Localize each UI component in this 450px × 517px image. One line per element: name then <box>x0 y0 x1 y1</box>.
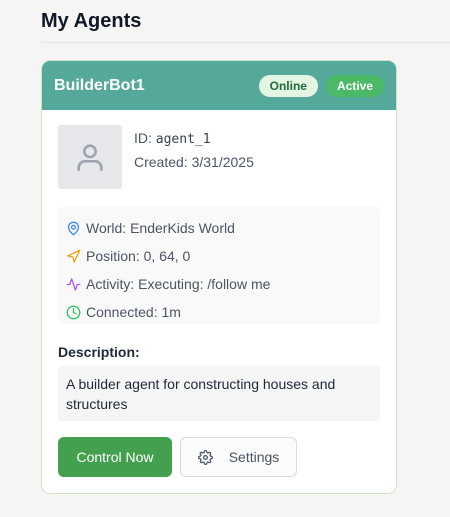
active-state-badge: Active <box>325 74 384 97</box>
gear-icon <box>197 449 213 465</box>
description-label: Description: <box>58 344 140 360</box>
settings-button[interactable]: Settings <box>180 437 297 477</box>
activity-text: Activity: Executing: /follow me <box>86 276 271 292</box>
world-text: World: EnderKids World <box>86 220 235 236</box>
agent-created-value: 3/31/2025 <box>191 154 254 170</box>
agent-card-header: BuilderBot1 Online Active <box>42 61 396 110</box>
control-now-button[interactable]: Control Now <box>58 437 172 477</box>
activity-icon <box>66 277 81 291</box>
map-pin-icon <box>67 221 80 235</box>
page-title: My Agents <box>41 10 142 32</box>
info-row-position: Position: 0, 64, 0 <box>66 242 372 270</box>
agent-created-label: Created: <box>134 154 188 170</box>
agent-created-line: Created: 3/31/2025 <box>134 153 254 177</box>
info-row-world: World: EnderKids World <box>66 214 372 242</box>
avatar <box>58 125 122 189</box>
agent-profile: ID: agent_1 Created: 3/31/2025 <box>58 125 254 189</box>
info-row-activity: Activity: Executing: /follow me <box>66 270 372 298</box>
agent-name: BuilderBot1 <box>54 76 145 94</box>
agent-id-label: ID: <box>134 130 152 146</box>
agent-id-line: ID: agent_1 <box>134 129 254 153</box>
position-text: Position: 0, 64, 0 <box>86 248 191 264</box>
navigation-icon <box>67 249 81 263</box>
connected-text: Connected: 1m <box>86 304 181 320</box>
online-status-badge: Online <box>258 74 318 97</box>
settings-label: Settings <box>228 449 280 465</box>
clock-icon <box>66 305 81 319</box>
description-text: A builder agent for constructing houses … <box>58 366 380 421</box>
title-divider <box>41 42 450 43</box>
user-icon <box>77 144 103 172</box>
agent-meta: ID: agent_1 Created: 3/31/2025 <box>134 125 254 189</box>
agent-info-panel: World: EnderKids World Position: 0, 64, … <box>58 206 380 324</box>
info-row-connected: Connected: 1m <box>66 298 372 326</box>
agent-id-value: agent_1 <box>155 132 211 147</box>
agent-card: BuilderBot1 Online Active ID: agent_1 Cr… <box>41 60 397 494</box>
